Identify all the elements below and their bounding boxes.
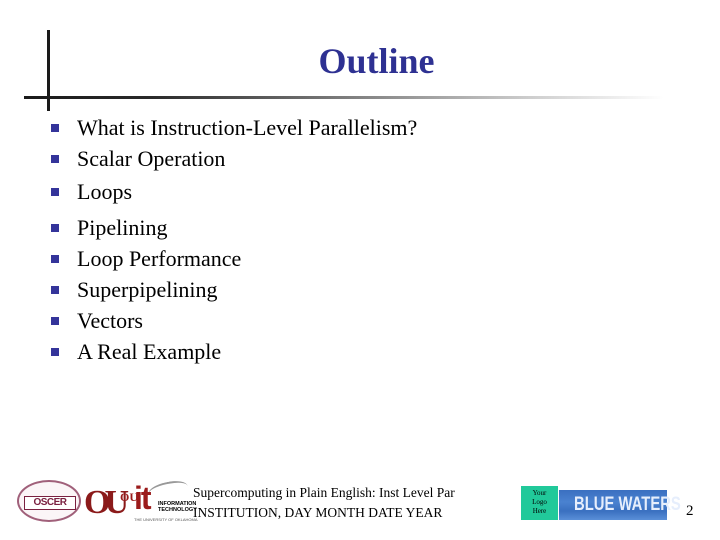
it-swoosh-icon [146,478,190,502]
list-item-text: Scalar Operation [77,146,226,171]
list-item-text: Pipelining [77,215,168,240]
square-bullet-icon [51,317,59,325]
footer-institution-date: INSTITUTION, DAY MONTH DATE YEAR [193,505,443,520]
ou-logo: OU [84,484,129,521]
slide-title: Outline [318,41,435,81]
footer-caption: Supercomputing in Plain English: Inst Le… [193,483,455,523]
list-item-text: Superpipelining [77,277,218,302]
square-bullet-icon [51,286,59,294]
square-bullet-icon [51,255,59,263]
square-bullet-icon [51,155,59,163]
page-number: 2 [686,503,694,519]
it-tagline: THE UNIVERSITY OF OKLAHOMA [134,517,198,522]
square-bullet-icon [51,224,59,232]
list-item-text: Vectors [77,308,143,333]
square-bullet-icon [51,188,59,196]
it-logo-text: it [134,480,151,516]
title-horizontal-rule [24,96,664,99]
your-logo-line1: Your [532,489,547,497]
square-bullet-icon [51,348,59,356]
footer-course-title: Supercomputing in Plain English: Inst Le… [193,485,455,500]
blue-waters-logo: BLUE WATERS [559,490,681,520]
your-logo-placeholder: Your Logo Here [521,486,558,520]
it-subtitle-line2: TECHNOLOGY [158,507,197,513]
blue-waters-logo-text: BLUE WATERS [574,494,681,515]
square-bullet-icon [51,124,59,132]
list-item-text: A Real Example [77,339,222,364]
oscer-logo: OSCER [17,480,81,522]
list-item-text: Loops [77,179,132,204]
ou-it-logo: OU it INFORMATION TECHNOLOGY THE UNIVERS… [120,478,198,524]
list-item-text: What is Instruction-Level Parallelism? [77,115,418,140]
oscer-logo-text: OSCER [24,496,76,510]
it-logo-subtitle: INFORMATION TECHNOLOGY [158,501,197,513]
your-logo-line3: Here [532,507,547,515]
your-logo-line2: Logo [532,498,547,506]
list-item-text: Loop Performance [77,246,242,271]
